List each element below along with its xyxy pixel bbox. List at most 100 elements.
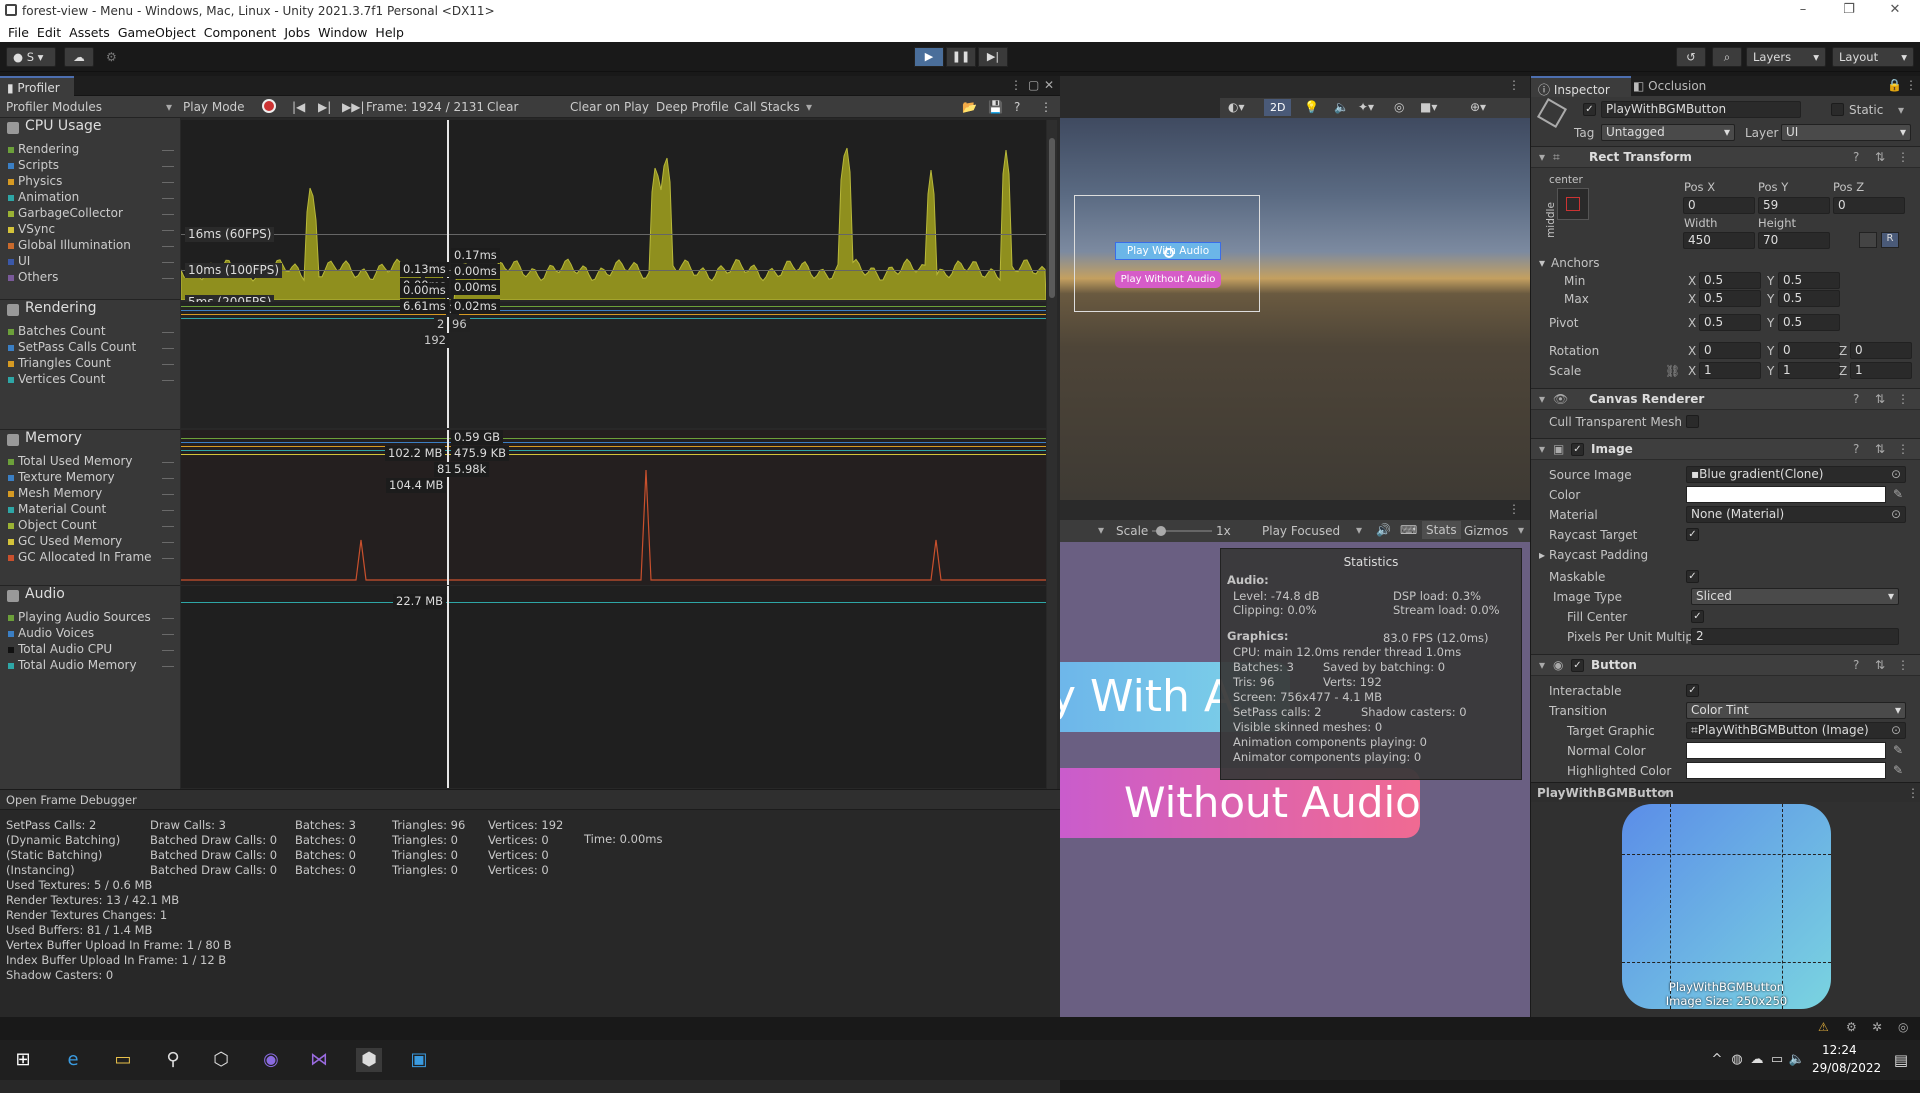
drag-handle-icon[interactable]: [162, 246, 174, 247]
rotation-z-field[interactable]: 0: [1850, 342, 1912, 359]
keyboard-icon[interactable]: ⌨: [1400, 523, 1417, 537]
drag-handle-icon[interactable]: [162, 542, 174, 543]
minimize-icon[interactable]: –: [1780, 0, 1826, 22]
shading-mode-icon[interactable]: ◐▾: [1228, 100, 1245, 114]
file-explorer-icon[interactable]: ▭: [110, 1048, 136, 1072]
pivot-handle-icon[interactable]: [1164, 248, 1174, 258]
color-swatch[interactable]: [1686, 486, 1886, 503]
drag-handle-icon[interactable]: [162, 230, 174, 231]
blueprint-mode-icon[interactable]: [1859, 232, 1877, 248]
active-checkbox[interactable]: ✓: [1583, 103, 1596, 116]
maximize-icon[interactable]: ▢: [1028, 78, 1039, 92]
step-button[interactable]: ▶|: [978, 47, 1008, 67]
drag-handle-icon[interactable]: [162, 634, 174, 635]
tab-occlusion[interactable]: ◧ Occlusion: [1633, 79, 1706, 93]
preview-chevron-icon[interactable]: ▾: [1661, 786, 1667, 800]
cpu-legend-item[interactable]: VSync: [8, 222, 55, 236]
menu-window[interactable]: Window: [310, 22, 367, 40]
rotation-x-field[interactable]: 0: [1699, 342, 1761, 359]
anchor-max-x-field[interactable]: 0.5: [1699, 290, 1761, 307]
module-rendering[interactable]: Rendering Batches Count SetPass Calls Cou…: [0, 300, 180, 430]
scale-x-field[interactable]: 1: [1699, 362, 1761, 379]
drag-handle-icon[interactable]: [162, 348, 174, 349]
drag-handle-icon[interactable]: [162, 198, 174, 199]
next-frame-icon[interactable]: ▶|: [318, 100, 331, 114]
pause-button[interactable]: ❚❚: [946, 47, 976, 67]
normal-color-swatch[interactable]: [1686, 742, 1886, 759]
component-menu-icon[interactable]: ⋮: [1897, 392, 1909, 406]
help-icon[interactable]: ?: [1853, 150, 1859, 164]
pos-x-field[interactable]: 0: [1683, 197, 1755, 214]
start-icon[interactable]: ⊞: [10, 1048, 36, 1072]
transition-dropdown[interactable]: Color Tint ▾: [1686, 702, 1906, 719]
drag-handle-icon[interactable]: [162, 666, 174, 667]
module-audio[interactable]: Audio Playing Audio Sources Audio Voices T…: [0, 586, 180, 786]
status-warning-icon[interactable]: ⚠: [1818, 1020, 1829, 1034]
raycast-padding-foldout-icon[interactable]: ▸: [1539, 548, 1545, 562]
close-panel-icon[interactable]: ✕: [1044, 78, 1054, 92]
clock-time[interactable]: 12:24: [1822, 1043, 1857, 1057]
menu-jobs[interactable]: Jobs: [276, 22, 310, 40]
drag-handle-icon[interactable]: [162, 526, 174, 527]
presets-icon[interactable]: ⇅: [1875, 658, 1885, 672]
layers-dropdown[interactable]: Layers ▾: [1746, 47, 1826, 67]
module-memory[interactable]: Memory Total Used Memory Texture Memory Me…: [0, 430, 180, 586]
tag-dropdown[interactable]: Untagged ▾: [1601, 124, 1735, 141]
clear-on-play-button[interactable]: Clear on Play: [570, 100, 649, 114]
material-picker-icon[interactable]: ⊙: [1891, 507, 1901, 521]
status-bake-icon[interactable]: ⚙: [1846, 1020, 1857, 1034]
profiler-scrollbar[interactable]: [1047, 120, 1057, 790]
2d-toggle[interactable]: 2D: [1264, 99, 1292, 116]
open-frame-debugger-button[interactable]: Open Frame Debugger: [6, 793, 137, 807]
rendering-legend-item[interactable]: Triangles Count: [8, 356, 111, 370]
save-icon[interactable]: 💾: [988, 100, 1003, 114]
hidden-objects-icon[interactable]: ◎: [1394, 100, 1404, 114]
drag-handle-icon[interactable]: [162, 182, 174, 183]
drag-handle-icon[interactable]: [162, 150, 174, 151]
memory-legend-item[interactable]: Material Count: [8, 502, 106, 516]
material-field[interactable]: None (Material): [1686, 506, 1906, 523]
search-icon[interactable]: ⌕: [1712, 47, 1742, 67]
static-chevron-icon[interactable]: ▾: [1898, 103, 1904, 117]
component-menu-icon[interactable]: ⋮: [1897, 150, 1909, 164]
foldout-icon[interactable]: ▾: [1539, 392, 1545, 406]
game-view[interactable]: ⋮ ▾ Scale 1x Play Focused ▾ 🔊 ⌨ Stats Gi…: [1060, 500, 1530, 1017]
scale-y-field[interactable]: 1: [1778, 362, 1840, 379]
close-icon[interactable]: ✕: [1872, 0, 1918, 22]
memory-legend-item[interactable]: Texture Memory: [8, 470, 115, 484]
preview-header[interactable]: PlayWithBGMButton ▾ ⋮: [1531, 782, 1920, 802]
audio-legend-item[interactable]: Total Audio CPU: [8, 642, 112, 656]
drag-handle-icon[interactable]: [162, 494, 174, 495]
memory-chart[interactable]: 0.59 GB 102.2 MB 475.9 KB 81 5.98k 104.4…: [181, 430, 1046, 585]
status-progress-icon[interactable]: ◎: [1898, 1020, 1908, 1034]
call-stacks-dropdown[interactable]: Call Stacks: [734, 100, 800, 114]
unity-hub-icon[interactable]: ⬡: [208, 1048, 234, 1072]
module-cpu[interactable]: CPU Usage Rendering Scripts Physics Animati…: [0, 118, 180, 300]
history-icon[interactable]: ↺: [1676, 47, 1706, 67]
presets-icon[interactable]: ⇅: [1875, 150, 1885, 164]
pivot-y-field[interactable]: 0.5: [1778, 314, 1840, 331]
drag-handle-icon[interactable]: [162, 166, 174, 167]
target-graphic-field[interactable]: ⌗PlayWithBGMButton (Image): [1686, 722, 1906, 739]
account-dropdown[interactable]: ● S ▾: [6, 47, 56, 67]
search-app-icon[interactable]: ⚲: [160, 1048, 186, 1072]
display-dropdown-icon[interactable]: ▾: [1098, 523, 1104, 537]
memory-legend-item[interactable]: Total Used Memory: [8, 454, 133, 468]
layout-dropdown[interactable]: Layout ▾: [1832, 47, 1914, 67]
rendering-legend-item[interactable]: SetPass Calls Count: [8, 340, 136, 354]
record-icon[interactable]: [262, 99, 276, 113]
cpu-legend-item[interactable]: Scripts: [8, 158, 59, 172]
cloud-icon[interactable]: ☁: [64, 47, 94, 67]
unity-editor-icon[interactable]: ⬢: [356, 1048, 382, 1072]
drag-handle-icon[interactable]: [162, 618, 174, 619]
drag-handle-icon[interactable]: [162, 262, 174, 263]
clock-date[interactable]: 29/08/2022: [1812, 1061, 1881, 1075]
raycast-target-checkbox[interactable]: ✓: [1686, 528, 1699, 541]
eyedropper-icon[interactable]: ✎: [1893, 763, 1903, 777]
tray-volume-icon[interactable]: 🔈: [1784, 1048, 1810, 1072]
photos-icon[interactable]: ▣: [406, 1048, 432, 1072]
drag-handle-icon[interactable]: [162, 510, 174, 511]
component-menu-icon[interactable]: ⋮: [1897, 658, 1909, 672]
drag-handle-icon[interactable]: [162, 478, 174, 479]
menu-help[interactable]: Help: [367, 22, 404, 40]
